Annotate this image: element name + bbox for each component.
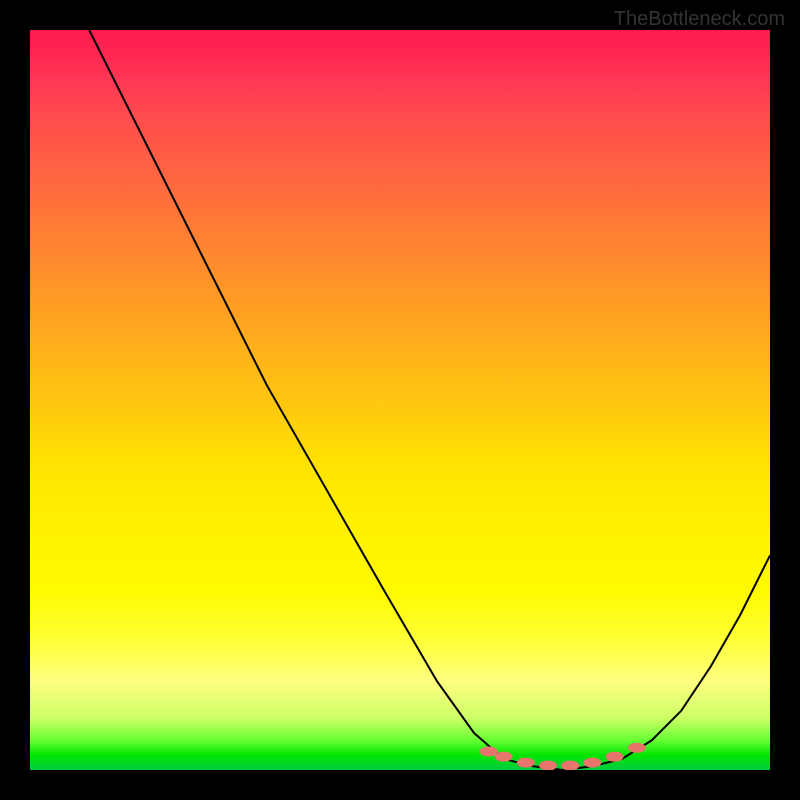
- curve-marker: [561, 761, 579, 770]
- chart-svg: [30, 30, 770, 770]
- curve-marker: [539, 761, 557, 770]
- curve-marker: [480, 747, 498, 757]
- curve-marker: [628, 743, 646, 753]
- curve-marker: [606, 752, 624, 762]
- watermark-text: TheBottleneck.com: [614, 8, 785, 31]
- curve-marker: [495, 752, 513, 762]
- curve-marker: [517, 758, 535, 768]
- chart-gradient-background: [30, 30, 770, 770]
- bottleneck-curve: [89, 30, 770, 770]
- curve-markers: [480, 743, 646, 770]
- curve-marker: [583, 758, 601, 768]
